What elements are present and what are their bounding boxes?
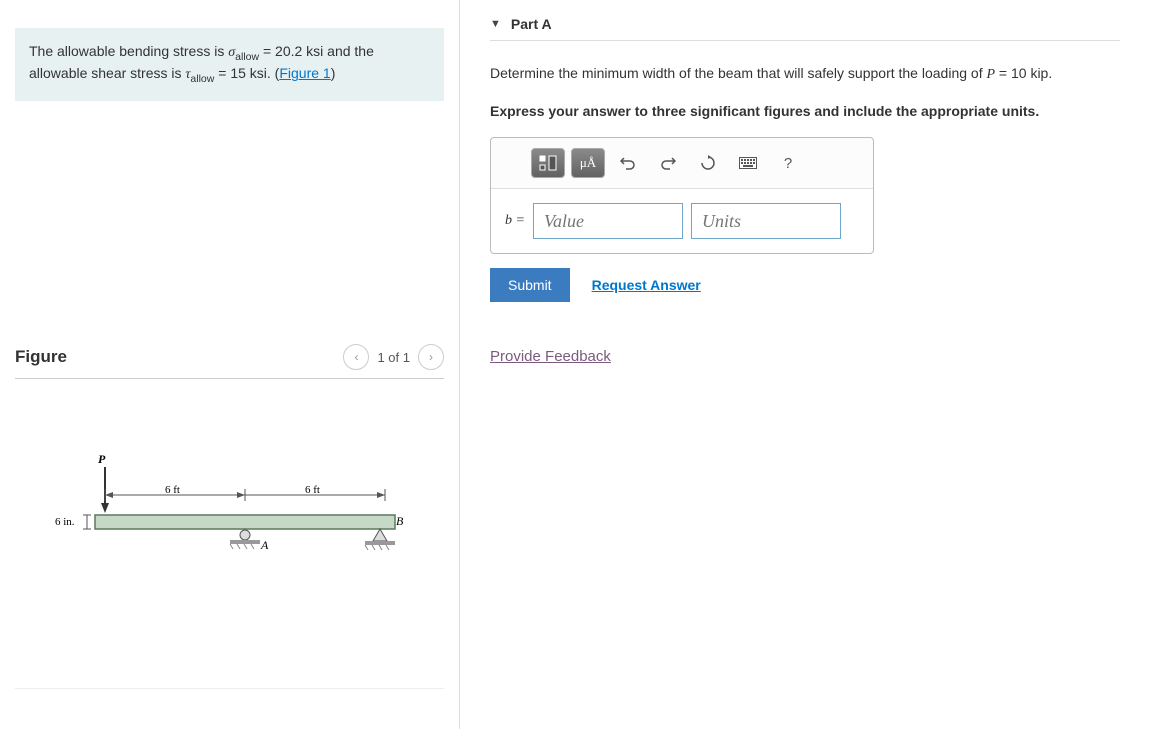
right-panel: ▼ Part A Determine the minimum width of …: [460, 0, 1150, 729]
load-p-label: P: [98, 452, 106, 466]
figure-diagram: 6 in. P 6 ft: [15, 379, 444, 582]
figure-title: Figure: [15, 347, 67, 367]
fraction-icon: [538, 154, 558, 172]
request-answer-link[interactable]: Request Answer: [592, 277, 701, 293]
figure-link[interactable]: Figure 1: [279, 65, 330, 81]
problem-statement: The allowable bending stress is σallow =…: [15, 28, 444, 101]
reset-button[interactable]: [691, 148, 725, 178]
left-panel: The allowable bending stress is σallow =…: [0, 0, 460, 729]
question-a: Determine the minimum width of the beam …: [490, 65, 986, 81]
provide-feedback-link[interactable]: Provide Feedback: [490, 348, 611, 365]
undo-button[interactable]: [611, 148, 645, 178]
answer-box: μÅ ? b =: [490, 137, 874, 254]
answer-input-row: b =: [491, 189, 873, 253]
units-button[interactable]: μÅ: [571, 148, 605, 178]
figure-page-indicator: 1 of 1: [377, 350, 410, 365]
submit-button[interactable]: Submit: [490, 268, 570, 302]
figure-prev-button[interactable]: ‹: [343, 344, 369, 370]
figure-section: Figure ‹ 1 of 1 › 6 in.: [0, 344, 459, 729]
part-a-header[interactable]: ▼ Part A: [490, 16, 1120, 41]
p-value: = 10 kip: [995, 65, 1048, 81]
problem-text: The allowable bending stress is: [29, 43, 228, 59]
figure-nav: ‹ 1 of 1 ›: [343, 344, 444, 370]
depth-label: 6 in.: [55, 516, 75, 528]
help-button[interactable]: ?: [771, 148, 805, 178]
support-b-label: B: [396, 514, 404, 528]
variable-label: b =: [505, 213, 525, 229]
q-end: .: [1048, 65, 1052, 81]
part-a-title: Part A: [511, 16, 552, 32]
keyboard-button[interactable]: [731, 148, 765, 178]
support-a-label: A: [260, 538, 269, 552]
reset-icon: [700, 155, 716, 171]
sigma-value: = 20.2 ksi: [259, 43, 323, 59]
beam-diagram-svg: 6 in. P 6 ft: [25, 449, 405, 569]
allow-sub2: allow: [190, 73, 214, 85]
allow-sub: allow: [235, 51, 259, 63]
units-input[interactable]: [691, 203, 841, 239]
redo-button[interactable]: [651, 148, 685, 178]
close-paren: ): [331, 65, 336, 81]
template-button[interactable]: [531, 148, 565, 178]
tau-value: = 15 ksi: [214, 65, 267, 81]
p-symbol: P: [986, 67, 995, 82]
span2-label: 6 ft: [305, 484, 320, 496]
collapse-icon: ▼: [490, 18, 501, 30]
redo-icon: [660, 155, 676, 171]
answer-toolbar: μÅ ?: [491, 138, 873, 189]
value-input[interactable]: [533, 203, 683, 239]
question-text: Determine the minimum width of the beam …: [490, 63, 1120, 85]
figure-header: Figure ‹ 1 of 1 ›: [15, 344, 444, 379]
keyboard-icon: [739, 157, 757, 169]
figure-next-button[interactable]: ›: [418, 344, 444, 370]
span1-label: 6 ft: [165, 484, 180, 496]
undo-icon: [620, 155, 636, 171]
answer-instruction: Express your answer to three significant…: [490, 103, 1120, 119]
period: . (: [267, 65, 279, 81]
action-row: Submit Request Answer: [490, 268, 1120, 302]
figure-viewport[interactable]: 6 in. P 6 ft: [15, 379, 444, 689]
